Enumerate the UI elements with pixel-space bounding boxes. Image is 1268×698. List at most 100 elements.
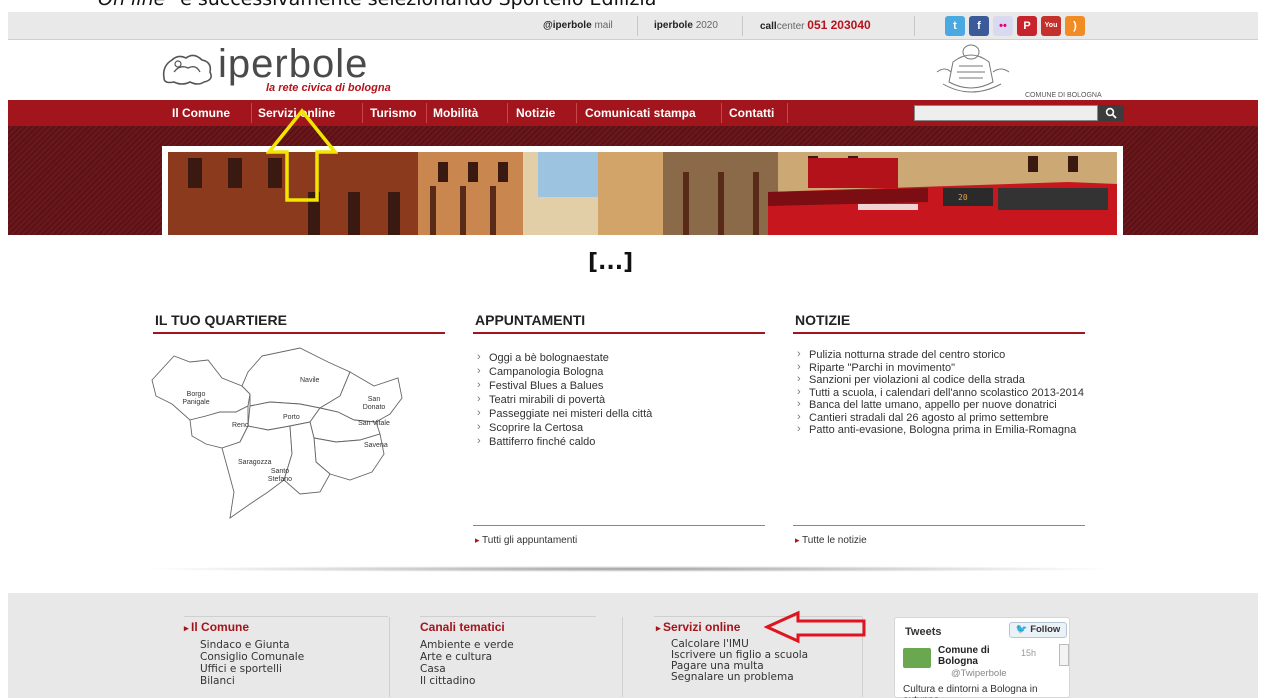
iperbole-mail-link[interactable]: @iperbole mail [543,20,613,31]
tweet-text: Cultura e dintorni a Bologna in autunno [903,684,1038,698]
notizia-link[interactable]: Sanzioni per violazioni al codice della … [795,373,1087,387]
footer-link[interactable]: Il cittadino [420,675,514,687]
nav-item-contatti[interactable]: Contatti [729,100,774,126]
facebook-icon[interactable]: f [969,16,989,36]
footer-canali-tematici-heading[interactable]: Canali tematici [420,620,505,634]
nav-item-comunicati-stampa[interactable]: Comunicati stampa [585,100,696,126]
appuntamento-link[interactable]: Scoprire la Certosa [475,420,765,435]
logo-tagline: la rete civica di bologna [266,82,391,94]
svg-text:20: 20 [958,193,968,202]
footer-il-comune-list: Sindaco e Giunta Consiglio Comunale Uffici… [200,639,304,687]
appuntamento-link[interactable]: Festival Blues a Balues [475,378,765,393]
callcenter-info: callcenter 051 203040 [760,18,871,32]
footer-link[interactable]: Casa [420,663,514,675]
map-label-san-vitale[interactable]: San Vitale [356,420,392,428]
map-label-borgo-panigale[interactable]: Borgo Panigale [178,391,214,407]
tutte-notizie-link[interactable]: Tutte le notizie [795,535,867,546]
iperbole-logo-icon [162,54,212,85]
notizia-link[interactable]: Riparte "Parchi in movimento" [795,361,1087,375]
topbar-divider [637,16,638,36]
footer-servizi-online-heading[interactable]: Servizi online [656,620,740,634]
omitted-content-marker: [...] [588,250,634,275]
tutti-appuntamenti-link[interactable]: Tutti gli appuntamenti [475,535,577,546]
nav-item-mobilit-[interactable]: Mobilità [433,100,478,126]
notizia-link[interactable]: Patto anti-evasione, Bologna prima in Em… [795,423,1087,437]
footer-link[interactable]: Sindaco e Giunta [200,639,304,651]
nav-item-turismo[interactable]: Turismo [370,100,416,126]
nav-item-il-comune[interactable]: Il Comune [172,100,230,126]
tweets-scrollbar[interactable] [1059,644,1069,666]
tweet-author-name[interactable]: Comune di Bologna [938,645,1008,667]
footer-link[interactable]: Ambiente e verde [420,639,514,651]
tweet-author-handle[interactable]: @Twiperbole [951,668,1007,679]
iperbole-2020-link[interactable]: iperbole 2020 [654,20,718,31]
appuntamenti-footer-rule [473,525,765,526]
nav-divider [251,103,252,123]
appuntamenti-list: Oggi a bè bolognaestateCampanologia Bolo… [475,350,765,449]
youtube-icon[interactable]: You [1041,16,1061,36]
nav-divider [721,103,722,123]
quartiere-title: IL TUO QUARTIERE [155,312,287,328]
twitter-widget: Tweets 🐦 Follow Comune di Bologna 15h @T… [894,617,1070,698]
nav-divider [507,103,508,123]
caption-rest: " e successivamente selezionando Sportel… [165,0,656,10]
search-input[interactable] [914,105,1098,121]
pinterest-icon[interactable]: P [1017,16,1037,36]
notizia-link[interactable]: Tutti a scuola, i calendari dell'anno sc… [795,386,1087,400]
notizia-link[interactable]: Pulizia notturna strade del centro stori… [795,348,1087,362]
site-header: iperbole la rete civica di bologna COMUN… [8,40,1258,100]
tweet-avatar[interactable] [903,648,931,668]
annotation-arrow-left-icon [764,610,866,644]
footer-link[interactable]: Consiglio Comunale [200,651,304,663]
footer-link[interactable]: Bilanci [200,675,304,687]
appuntamento-link[interactable]: Teatri mirabili di povertà [475,392,765,407]
nav-divider [787,103,788,123]
nav-divider [362,103,363,123]
map-label-saragozza[interactable]: Saragozza [238,459,271,467]
tweet-time: 15h [1021,648,1037,658]
document-caption: On line" e successivamente selezionando … [98,0,656,10]
tweets-title: Tweets [905,626,942,638]
appuntamento-link[interactable]: Passeggiate nei misteri della città [475,406,765,421]
main-navigation: Il Comune Servizi online Turismo Mobilità No… [8,100,1258,126]
search-button[interactable] [1098,105,1124,121]
rss-icon[interactable]: ) [1065,16,1085,36]
twitter-icon[interactable]: t [945,16,965,36]
iperbole-logo-text[interactable]: iperbole [218,42,368,87]
notizie-rule [793,332,1085,334]
appuntamenti-title: APPUNTAMENTI [475,312,586,328]
footer-link[interactable]: Uffici e sportelli [200,663,304,675]
top-utility-bar: @iperbole mail iperbole 2020 callcenter … [8,12,1258,40]
footer-link[interactable]: Segnalare un problema [671,672,811,683]
twitter-follow-button[interactable]: 🐦 Follow [1009,622,1067,638]
quartiere-rule [153,332,445,334]
footer-link[interactable]: Arte e cultura [420,651,514,663]
bologna-coat-of-arms-icon [936,44,1010,93]
notizie-title: NOTIZIE [795,312,851,328]
annotation-arrow-up-icon [266,108,338,202]
appuntamento-link[interactable]: Oggi a bè bolognaestate [475,350,765,365]
flickr-icon[interactable]: •• [993,16,1013,36]
caption-italic: On line [98,0,165,10]
bologna-districts-map[interactable] [150,342,410,526]
topbar-divider [914,16,915,36]
appuntamento-link[interactable]: Battiferro finché caldo [475,434,765,449]
hero-banner: 20 [8,126,1258,235]
page-root: On line" e successivamente selezionando … [0,0,1268,698]
nav-item-notizie[interactable]: Notizie [516,100,555,126]
map-label-reno[interactable]: Reno [232,422,249,430]
map-label-santo-stefano[interactable]: Santo Stefano [262,468,298,484]
appuntamenti-rule [473,332,765,334]
map-label-savena[interactable]: Savena [364,442,388,450]
footer-il-comune-heading[interactable]: Il Comune [184,620,249,634]
notizie-footer-rule [793,525,1085,526]
notizie-list: Pulizia notturna strade del centro stori… [795,348,1087,437]
map-label-navile[interactable]: Navile [300,377,319,385]
map-label-porto[interactable]: Porto [283,414,300,422]
map-label-san-donato[interactable]: San Donato [356,396,392,412]
appuntamento-link[interactable]: Campanologia Bologna [475,364,765,379]
notizia-link[interactable]: Cantieri stradali dal 26 agosto al primo… [795,411,1087,425]
section-shadow-divider [150,566,1110,572]
footer-servizi-online-list: Calcolare l'IMU Iscrivere un figlio a scu… [671,639,811,683]
notizia-link[interactable]: Banca del latte umano, appello per nuove… [795,398,1087,412]
